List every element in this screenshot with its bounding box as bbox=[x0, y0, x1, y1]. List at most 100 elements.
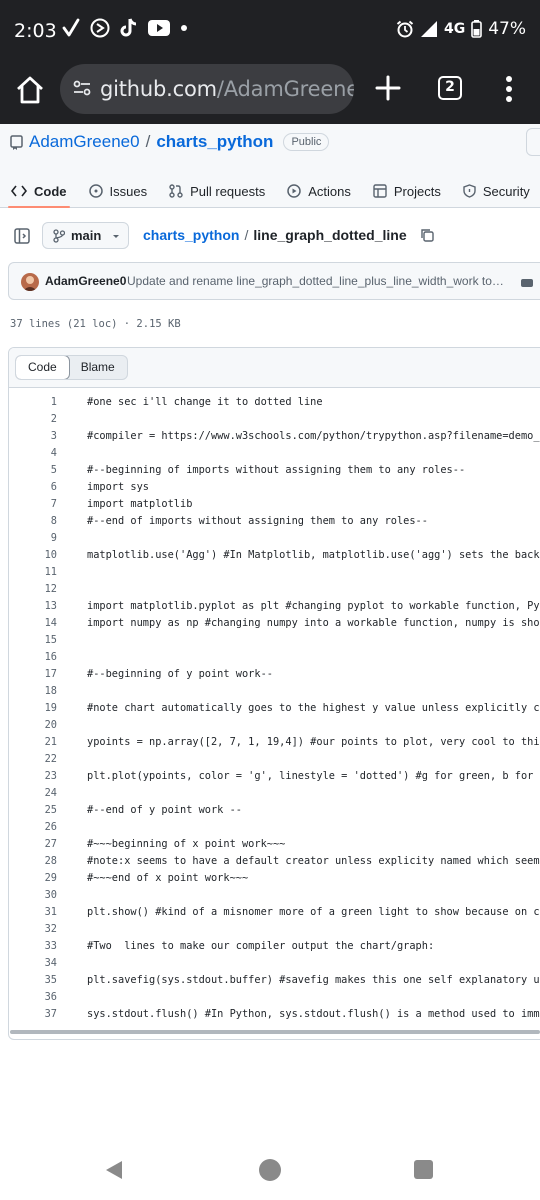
commit-details-icon[interactable] bbox=[521, 279, 533, 287]
line-number[interactable]: 11 bbox=[9, 566, 57, 578]
recents-icon[interactable] bbox=[414, 1160, 433, 1179]
branch-name: main bbox=[71, 228, 102, 243]
line-number[interactable]: 25 bbox=[9, 804, 57, 816]
repo-owner-link[interactable]: AdamGreene0 bbox=[29, 132, 140, 152]
line-number[interactable]: 1 bbox=[9, 396, 57, 408]
avatar[interactable] bbox=[21, 273, 39, 291]
line-content: #one sec i'll change it to dotted line bbox=[87, 396, 323, 408]
line-number[interactable]: 27 bbox=[9, 838, 57, 850]
line-content: import sys bbox=[87, 481, 149, 493]
line-number[interactable]: 36 bbox=[9, 991, 57, 1003]
tab-security[interactable]: Security bbox=[452, 174, 540, 208]
tab-switcher-button[interactable]: 2 bbox=[438, 76, 462, 100]
avatar-image bbox=[23, 276, 37, 291]
line-number[interactable]: 18 bbox=[9, 685, 57, 697]
line-number[interactable]: 19 bbox=[9, 702, 57, 714]
code-line: 32 bbox=[9, 920, 540, 937]
line-number[interactable]: 33 bbox=[9, 940, 57, 952]
line-number[interactable]: 10 bbox=[9, 549, 57, 561]
site-settings-icon[interactable] bbox=[72, 78, 92, 98]
home-icon[interactable] bbox=[14, 74, 46, 106]
line-content: matplotlib.use('Agg') #In Matplotlib, ma… bbox=[87, 549, 540, 561]
code-line: 7 import matplotlib bbox=[9, 495, 540, 512]
line-number[interactable]: 22 bbox=[9, 753, 57, 765]
repo-icon bbox=[10, 134, 23, 150]
commit-author[interactable]: AdamGreene0 bbox=[45, 274, 126, 288]
home-circle-icon[interactable] bbox=[259, 1159, 281, 1181]
new-tab-icon[interactable] bbox=[374, 74, 402, 102]
line-number[interactable]: 6 bbox=[9, 481, 57, 493]
line-number[interactable]: 16 bbox=[9, 651, 57, 663]
line-number[interactable]: 35 bbox=[9, 974, 57, 986]
sidebar-toggle-icon[interactable] bbox=[14, 228, 30, 244]
latest-commit: AdamGreene0 Update and rename line_graph… bbox=[8, 262, 540, 300]
code-line: 27 #~~~beginning of x point work~~~ bbox=[9, 835, 540, 852]
back-icon[interactable] bbox=[104, 1160, 124, 1180]
line-number[interactable]: 7 bbox=[9, 498, 57, 510]
line-number[interactable]: 3 bbox=[9, 430, 57, 442]
line-number[interactable]: 2 bbox=[9, 413, 57, 425]
line-number[interactable]: 29 bbox=[9, 872, 57, 884]
line-content: ypoints = np.array([2, 7, 1, 19,4]) #our… bbox=[87, 736, 540, 748]
line-number[interactable]: 4 bbox=[9, 447, 57, 459]
dot-icon bbox=[181, 25, 187, 31]
tab-actions[interactable]: Actions bbox=[276, 174, 362, 208]
line-content: #note:x seems to have a default creator … bbox=[87, 855, 540, 867]
repo-name-link[interactable]: charts_python bbox=[156, 132, 273, 152]
url-path: /AdamGreene0/ bbox=[216, 77, 354, 101]
code-line: 31 plt.show() #kind of a misnomer more of… bbox=[9, 903, 540, 920]
tab-code[interactable]: Code bbox=[0, 174, 78, 208]
branch-selector[interactable]: main bbox=[42, 222, 129, 249]
refresh-circle-icon bbox=[90, 18, 110, 38]
horizontal-scrollbar[interactable] bbox=[9, 1029, 540, 1036]
code-icon bbox=[11, 185, 27, 197]
line-number[interactable]: 24 bbox=[9, 787, 57, 799]
tiktok-icon bbox=[120, 18, 137, 37]
breadcrumb-repo-link[interactable]: charts_python bbox=[143, 227, 239, 243]
line-number[interactable]: 23 bbox=[9, 770, 57, 782]
code-line: 29 #~~~end of x point work~~~ bbox=[9, 869, 540, 886]
line-content: #--end of imports without assigning them… bbox=[87, 515, 428, 527]
url-text: github.com/AdamGreene0/ bbox=[100, 77, 354, 101]
code-toolbar: Code Blame bbox=[9, 348, 540, 388]
browser-toolbar: github.com/AdamGreene0/ 2 bbox=[0, 62, 540, 124]
line-number[interactable]: 26 bbox=[9, 821, 57, 833]
line-number[interactable]: 15 bbox=[9, 634, 57, 646]
tab-projects[interactable]: Projects bbox=[362, 174, 452, 208]
line-number[interactable]: 14 bbox=[9, 617, 57, 629]
line-number[interactable]: 12 bbox=[9, 583, 57, 595]
code-view-button[interactable]: Code bbox=[15, 356, 70, 379]
line-number[interactable]: 8 bbox=[9, 515, 57, 527]
code-line: 30 bbox=[9, 886, 540, 903]
line-number[interactable]: 9 bbox=[9, 532, 57, 544]
tab-pull-requests[interactable]: Pull requests bbox=[158, 174, 276, 208]
line-number[interactable]: 21 bbox=[9, 736, 57, 748]
line-number[interactable]: 30 bbox=[9, 889, 57, 901]
code-line: 24 bbox=[9, 784, 540, 801]
copy-path-icon[interactable] bbox=[420, 228, 434, 242]
more-vert-icon[interactable] bbox=[502, 74, 516, 104]
line-number[interactable]: 20 bbox=[9, 719, 57, 731]
line-number[interactable]: 5 bbox=[9, 464, 57, 476]
code-line: 34 bbox=[9, 954, 540, 971]
line-number[interactable]: 17 bbox=[9, 668, 57, 680]
line-number[interactable]: 32 bbox=[9, 923, 57, 935]
line-number[interactable]: 31 bbox=[9, 906, 57, 918]
code-line: 11 bbox=[9, 563, 540, 580]
url-bar[interactable]: github.com/AdamGreene0/ bbox=[60, 64, 354, 114]
repo-separator: / bbox=[145, 132, 151, 151]
commit-message[interactable]: Update and rename line_graph_dotted_line… bbox=[127, 274, 505, 288]
line-content: #note chart automatically goes to the hi… bbox=[87, 702, 540, 714]
repo-title: AdamGreene0 / charts_python Public bbox=[10, 132, 330, 152]
code-line: 16 bbox=[9, 648, 540, 665]
tab-issues[interactable]: Issues bbox=[78, 174, 159, 208]
repo-action-button[interactable] bbox=[526, 128, 540, 156]
alarm-icon bbox=[396, 20, 414, 38]
line-number[interactable]: 37 bbox=[9, 1008, 57, 1020]
blame-view-button[interactable]: Blame bbox=[69, 356, 127, 379]
line-number[interactable]: 34 bbox=[9, 957, 57, 969]
code-line: 4 bbox=[9, 444, 540, 461]
scrollbar-thumb[interactable] bbox=[10, 1030, 540, 1034]
line-number[interactable]: 28 bbox=[9, 855, 57, 867]
line-number[interactable]: 13 bbox=[9, 600, 57, 612]
